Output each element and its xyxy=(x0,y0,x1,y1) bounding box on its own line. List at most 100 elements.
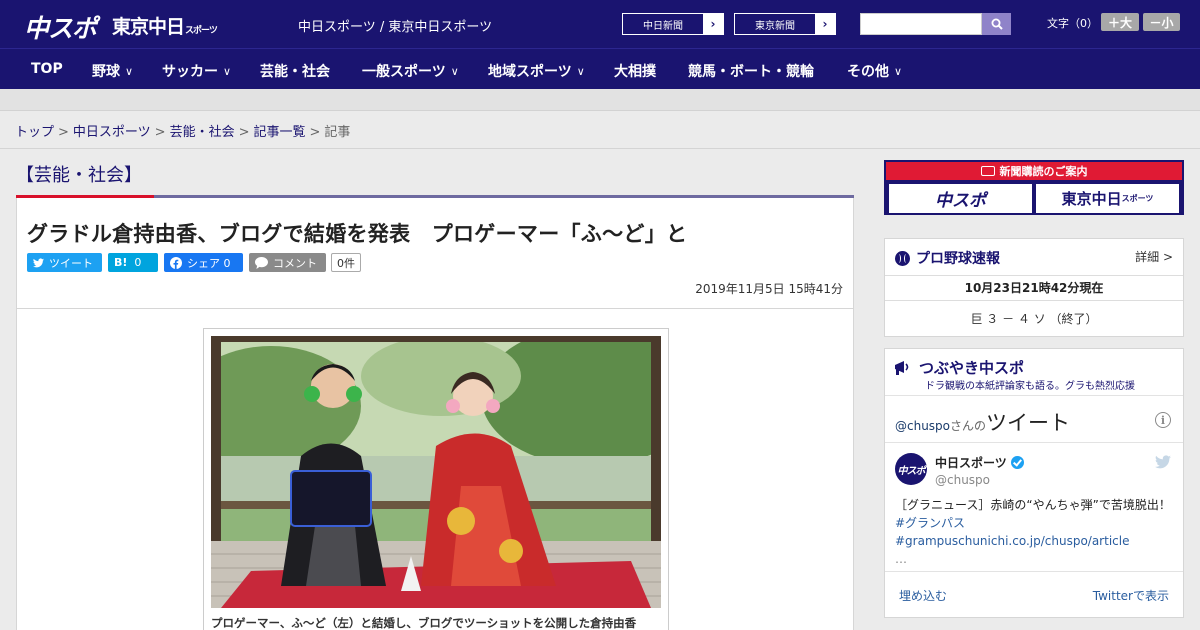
tweet-link[interactable]: #grampuschunichi.co.jp/chuspo/article xyxy=(895,534,1129,548)
baseball-icon xyxy=(895,250,910,266)
chevron-down-icon: ∨ xyxy=(894,65,903,78)
tweet-author-name[interactable]: 中日スポーツ xyxy=(935,454,1024,471)
search-button[interactable] xyxy=(982,13,1011,35)
tweet-section-title-text: つぶやき中スポ xyxy=(919,359,1025,377)
embed-link[interactable]: 埋め込む xyxy=(899,587,947,604)
nav-item-other[interactable]: その他 ∨ xyxy=(847,61,902,81)
avatar[interactable]: 中スポ xyxy=(895,453,927,485)
article-title: グラドル倉持由香、ブログで結婚を発表 プロゲーマー「ふ～ど」と xyxy=(27,222,688,246)
search-input[interactable] xyxy=(860,13,982,35)
tweet-author-name-text: 中日スポーツ xyxy=(935,456,1007,470)
font-increase-button[interactable]: ＋大 xyxy=(1101,13,1139,31)
subscription-title: 新聞購読のご案内 xyxy=(999,165,1088,178)
nav-item-soccer[interactable]: サッカー ∨ xyxy=(162,61,231,81)
tweet-section-title: つぶやき中スポ xyxy=(893,357,1024,378)
nav-item-top[interactable]: TOP xyxy=(31,61,63,77)
nav-item-local-sports[interactable]: 地域スポーツ ∨ xyxy=(488,61,585,81)
tweet-author-handle[interactable]: @chuspo xyxy=(935,473,990,487)
facebook-share-button[interactable]: シェア 0 xyxy=(164,253,243,272)
article-header: グラドル倉持由香、ブログで結婚を発表 プロゲーマー「ふ～ど」と ツイート B! … xyxy=(16,198,854,309)
nav-item-baseball[interactable]: 野球 ∨ xyxy=(92,61,133,81)
info-icon[interactable]: i xyxy=(1155,412,1171,428)
photo-frame: プロゲーマー、ふ～ど（左）と結婚し、ブログでツーショットを公開した倉持由香 xyxy=(203,328,669,630)
comment-button[interactable]: コメント xyxy=(249,253,326,272)
article-photo[interactable] xyxy=(211,336,661,608)
nav-label: 一般スポーツ xyxy=(362,64,446,80)
subscription-banner[interactable]: 新聞購読のご案内 中スポ 東京中日 スポーツ xyxy=(884,160,1184,215)
logo-small-text: スポーツ xyxy=(1121,194,1154,203)
twitter-timeline-label: ツイート xyxy=(986,411,1071,435)
nav-item-racing[interactable]: 競馬・ボート・競輪 xyxy=(688,61,814,81)
site-header: 中スポ 東京中日スポーツ 中日スポーツ / 東京中日スポーツ 中日新聞 › 東京… xyxy=(0,0,1200,48)
tweet-text: ［グラニュース］赤崎の“やんちゃ弾”で苦境脱出！ #グランパス #grampusc… xyxy=(895,496,1175,568)
paper-link-label: 中日新聞 xyxy=(643,20,683,32)
breadcrumb-separator: > xyxy=(154,125,166,140)
article-category: 【芸能・社会】 xyxy=(16,165,142,186)
nav-item-sumo[interactable]: 大相撲 xyxy=(614,61,656,81)
twitter-bird-icon[interactable] xyxy=(1155,455,1171,473)
sub-nav-strip xyxy=(0,89,1200,111)
breadcrumb: トップ > 中日スポーツ > 芸能・社会 > 記事一覧 > 記事 xyxy=(15,121,350,140)
photo-caption: プロゲーマー、ふ～ど（左）と結婚し、ブログでツーショットを公開した倉持由香 xyxy=(211,616,637,630)
logo-text: 東京中日 xyxy=(112,16,185,38)
nav-label: 大相撲 xyxy=(614,64,656,80)
nav-label: 芸能・社会 xyxy=(260,64,330,80)
chevron-down-icon: ∨ xyxy=(125,65,134,78)
breadcrumb-separator: > xyxy=(58,125,69,140)
chuspo-subscribe-logo[interactable]: 中スポ xyxy=(889,184,1032,213)
nav-item-entertainment[interactable]: 芸能・社会 xyxy=(260,61,330,81)
view-on-twitter-link[interactable]: Twitterで表示 xyxy=(1093,587,1169,604)
twitter-timeline-suffix: さんの xyxy=(950,419,987,433)
tweet-text-main: ［グラニュース］赤崎の“やんちゃ弾”で苦境脱出！ xyxy=(895,498,1171,512)
nav-item-general-sports[interactable]: 一般スポーツ ∨ xyxy=(362,61,459,81)
baseball-detail-link[interactable]: 詳細 > xyxy=(1135,248,1173,265)
main-nav: TOP 野球 ∨ サッカー ∨ 芸能・社会 一般スポーツ ∨ 地域スポーツ ∨ 大相撲 … xyxy=(0,48,1200,89)
chunichi-shimbun-link[interactable]: 中日新聞 › xyxy=(622,13,724,35)
breadcrumb-link[interactable]: 記事一覧 xyxy=(254,125,306,140)
breadcrumb-separator: > xyxy=(238,125,250,140)
verified-badge-icon xyxy=(1010,456,1024,469)
chevron-down-icon: ∨ xyxy=(223,65,232,78)
hatena-b-icon: B! xyxy=(114,256,128,269)
tokyo-chunichi-subscribe-logo[interactable]: 東京中日 スポーツ xyxy=(1036,184,1179,213)
site-name-link[interactable]: 中日スポーツ / 東京中日スポーツ xyxy=(298,16,492,35)
tokyo-shimbun-link[interactable]: 東京新聞 › xyxy=(734,13,836,35)
baseball-score-title: プロ野球速報 xyxy=(895,248,1000,268)
tweet-button[interactable]: ツイート xyxy=(27,253,102,272)
logo-small-text: スポーツ xyxy=(185,26,218,36)
breadcrumb-link[interactable]: 中日スポーツ xyxy=(73,125,151,140)
hatena-count: 0 xyxy=(134,256,142,269)
chevron-down-icon: ∨ xyxy=(450,65,459,78)
hatena-bookmark-button[interactable]: B! 0 xyxy=(108,253,158,272)
twitter-bird-icon xyxy=(33,257,44,268)
search-icon xyxy=(991,18,1003,30)
breadcrumb-link[interactable]: 芸能・社会 xyxy=(170,125,235,140)
article-body: プロゲーマー、ふ～ど（左）と結婚し、ブログでツーショットを公開した倉持由香 xyxy=(16,309,854,630)
facebook-icon xyxy=(170,256,182,269)
nav-label: サッカー xyxy=(162,64,218,80)
baseball-game-result[interactable]: 巨 ３ － ４ ソ （終了） xyxy=(885,310,1183,327)
breadcrumb-link[interactable]: トップ xyxy=(15,125,54,140)
divider xyxy=(885,300,1183,301)
twitter-handle-link[interactable]: @chuspo xyxy=(895,419,950,433)
logo-text: 東京中日 xyxy=(1061,190,1122,208)
chevron-down-icon: ∨ xyxy=(576,65,585,78)
divider xyxy=(885,571,1183,572)
comment-count: 0件 xyxy=(331,253,361,272)
breadcrumb-current: 記事 xyxy=(324,125,351,140)
breadcrumb-separator: > xyxy=(309,125,321,140)
nav-label: 地域スポーツ xyxy=(488,64,572,80)
nav-label: その他 xyxy=(847,64,889,80)
divider xyxy=(0,148,1200,149)
paper-link-label: 東京新聞 xyxy=(755,20,795,32)
tweet-ellipsis: … xyxy=(895,552,907,566)
megaphone-icon xyxy=(895,360,909,375)
tweet-section-subtitle[interactable]: ドラ観戦の本紙評論家も語る。グラも熱烈応援 xyxy=(925,377,1135,392)
tokyo-chunichi-logo[interactable]: 東京中日スポーツ xyxy=(112,12,218,39)
hashtag-link[interactable]: #グランパス xyxy=(895,516,965,530)
subscription-banner-header: 新聞購読のご案内 xyxy=(886,162,1182,180)
chuspo-logo[interactable]: 中スポ xyxy=(24,9,97,45)
twitter-widget: つぶやき中スポ ドラ観戦の本紙評論家も語る。グラも熱烈応援 @chuspoさんの… xyxy=(884,348,1184,618)
font-size-label: 文字（0） xyxy=(1047,17,1098,30)
font-decrease-button[interactable]: －小 xyxy=(1143,13,1180,31)
